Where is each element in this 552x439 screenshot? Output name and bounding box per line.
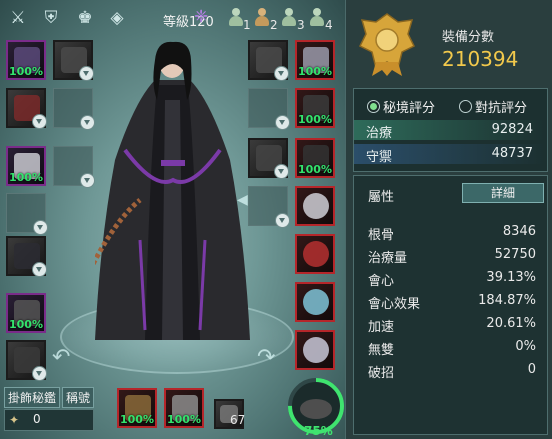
- gem-icon[interactable]: ◈: [104, 8, 130, 28]
- download-icon[interactable]: [32, 114, 47, 129]
- download-icon[interactable]: [80, 173, 95, 188]
- bottom-left-buttons: 掛飾秘鑑 稱號: [4, 387, 96, 408]
- download-icon[interactable]: [275, 213, 290, 228]
- equip-slot-shoes-style[interactable]: [248, 186, 290, 228]
- equip-slot-top[interactable]: 100%: [295, 88, 335, 128]
- equip-slot-hidden-weapon[interactable]: 100%: [117, 388, 157, 428]
- group-2-person-icon[interactable]: [255, 8, 269, 30]
- download-icon[interactable]: [32, 262, 47, 277]
- equip-slot-shoulder-style[interactable]: [53, 146, 95, 188]
- equip-slot-waist[interactable]: 100%: [6, 293, 46, 333]
- tab-dungeon-score[interactable]: 秘境評分: [367, 97, 435, 116]
- equip-slot-cloak[interactable]: [6, 236, 47, 277]
- download-icon[interactable]: [274, 66, 289, 81]
- equip-slot-face[interactable]: [6, 88, 47, 129]
- attribute-title: 屬性: [368, 190, 395, 205]
- equip-slot-top-style[interactable]: [248, 88, 290, 130]
- eval-row-defense: 守禦 48737: [354, 144, 545, 165]
- sect-emblem-icon: ❈: [194, 7, 209, 27]
- misc-item-count: 67: [230, 413, 246, 427]
- pendant-count-box: ✦ 0: [4, 409, 94, 431]
- equip-slot-helmet[interactable]: 100%: [6, 40, 46, 80]
- detail-button[interactable]: 詳細: [462, 183, 544, 203]
- character-model: [95, 41, 250, 340]
- attr-row: 根骨 8346: [368, 224, 536, 243]
- radio-selected-icon: [367, 100, 380, 113]
- character-preview-panel: ⚔ ⛨ ♚ ◈ 等級120 ❈ 1 2 3 4 ↶ ↷ ◀ 100% 100% …: [0, 0, 345, 439]
- medal-icon: [358, 13, 416, 76]
- radio-icon: [459, 100, 472, 113]
- download-icon[interactable]: [33, 220, 48, 235]
- equip-slot-shoulder[interactable]: 100%: [6, 146, 46, 186]
- equip-slot-helmet-style[interactable]: [53, 40, 94, 81]
- equip-slot-weapon[interactable]: 100%: [295, 40, 335, 80]
- download-icon[interactable]: [79, 66, 94, 81]
- equip-slot-weapon-style[interactable]: [248, 40, 289, 81]
- group-3-label: 3: [297, 18, 305, 32]
- equip-slot-secondary-weapon[interactable]: 100%: [164, 388, 204, 428]
- attr-row: 加速 20.61%: [368, 316, 536, 335]
- weapon-icon[interactable]: ⚔: [5, 8, 31, 28]
- download-icon[interactable]: [80, 115, 95, 130]
- equip-slot-pants[interactable]: 100%: [295, 138, 335, 178]
- pendant-count: 0: [33, 412, 41, 426]
- eval-row-heal: 治療 92824: [354, 120, 545, 141]
- group-4-label: 4: [325, 18, 333, 32]
- equip-slot-belt-style[interactable]: [6, 340, 47, 381]
- score-value: 210394: [442, 47, 519, 71]
- armor-icon[interactable]: ⛨: [38, 8, 64, 28]
- score-label: 裝備分數: [442, 30, 495, 45]
- attr-row: 會心 39.13%: [368, 270, 536, 289]
- attr-row: 破招 0: [368, 362, 536, 381]
- equip-slot-necklace[interactable]: [295, 186, 335, 226]
- attr-row: 治療量 52750: [368, 247, 536, 266]
- equip-slot-pants-style[interactable]: [248, 138, 289, 179]
- group-1-person-icon[interactable]: [229, 8, 243, 30]
- group-3-person-icon[interactable]: [282, 8, 296, 30]
- collapse-arrow-icon[interactable]: ◀: [237, 192, 248, 208]
- rotate-left-icon[interactable]: ↶: [52, 345, 70, 370]
- equip-slot-ring-1[interactable]: [295, 282, 335, 322]
- attr-row: 無雙 0%: [368, 339, 536, 358]
- hat-icon[interactable]: ♚: [72, 8, 98, 28]
- coin-icon: ✦: [9, 413, 20, 427]
- equip-slot-back[interactable]: [6, 193, 48, 235]
- pendant-guide-button[interactable]: 掛飾秘鑑: [4, 387, 61, 408]
- download-icon[interactable]: [274, 164, 289, 179]
- tab-pvp-score[interactable]: 對抗評分: [459, 97, 527, 116]
- equip-slot-face-style[interactable]: [53, 88, 95, 130]
- group-2-label: 2: [270, 18, 278, 32]
- attr-row: 會心效果 184.87%: [368, 293, 536, 312]
- equip-slot-pendant[interactable]: [295, 234, 335, 274]
- rotate-right-icon[interactable]: ↷: [257, 345, 275, 370]
- title-button[interactable]: 稱號: [62, 387, 95, 408]
- group-1-label: 1: [243, 18, 251, 32]
- download-icon[interactable]: [32, 366, 47, 381]
- equip-slot-ring-2[interactable]: [295, 330, 335, 370]
- group-4-person-icon[interactable]: [310, 8, 324, 30]
- download-icon[interactable]: [275, 115, 290, 130]
- gauge-percent: 75%: [304, 424, 333, 438]
